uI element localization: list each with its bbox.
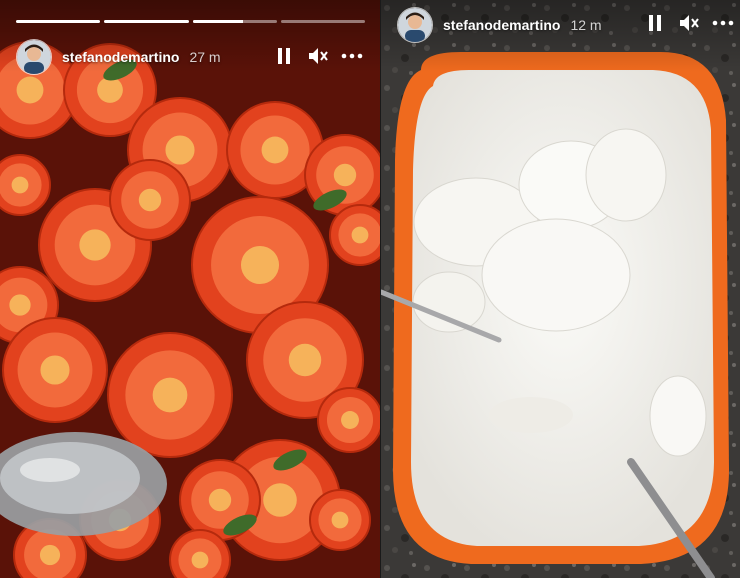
progress-segment bbox=[16, 20, 101, 23]
story-right[interactable]: stefanodemartino 12 m bbox=[381, 0, 740, 578]
story-viewer: stefanodemartino 27 m stefanodemartino 1… bbox=[0, 0, 740, 578]
story-user[interactable]: stefanodemartino 27 m bbox=[16, 39, 221, 75]
story-user[interactable]: stefanodemartino 12 m bbox=[397, 7, 602, 43]
mozzarella-bowl-image bbox=[381, 0, 740, 578]
mute-icon[interactable] bbox=[678, 12, 700, 34]
tomato-salad-image bbox=[0, 0, 381, 578]
progress-segment bbox=[104, 20, 189, 23]
progress-segment bbox=[280, 20, 365, 23]
username[interactable]: stefanodemartino bbox=[443, 17, 560, 33]
story-controls bbox=[273, 45, 363, 67]
story-header: stefanodemartino 12 m bbox=[381, 0, 740, 72]
pause-icon[interactable] bbox=[273, 45, 295, 67]
more-icon[interactable] bbox=[341, 45, 363, 67]
progress-segment bbox=[192, 20, 277, 23]
mute-icon[interactable] bbox=[307, 45, 329, 67]
time-ago: 27 m bbox=[189, 49, 221, 65]
time-ago: 12 m bbox=[570, 17, 602, 33]
story-left[interactable]: stefanodemartino 27 m bbox=[0, 0, 381, 578]
pause-icon[interactable] bbox=[644, 12, 666, 34]
story-header: stefanodemartino 27 m bbox=[0, 0, 381, 75]
avatar[interactable] bbox=[397, 7, 433, 43]
story-progress-bar bbox=[16, 20, 365, 23]
avatar[interactable] bbox=[16, 39, 52, 75]
more-icon[interactable] bbox=[712, 12, 734, 34]
username[interactable]: stefanodemartino bbox=[62, 49, 179, 65]
story-controls bbox=[644, 12, 734, 34]
